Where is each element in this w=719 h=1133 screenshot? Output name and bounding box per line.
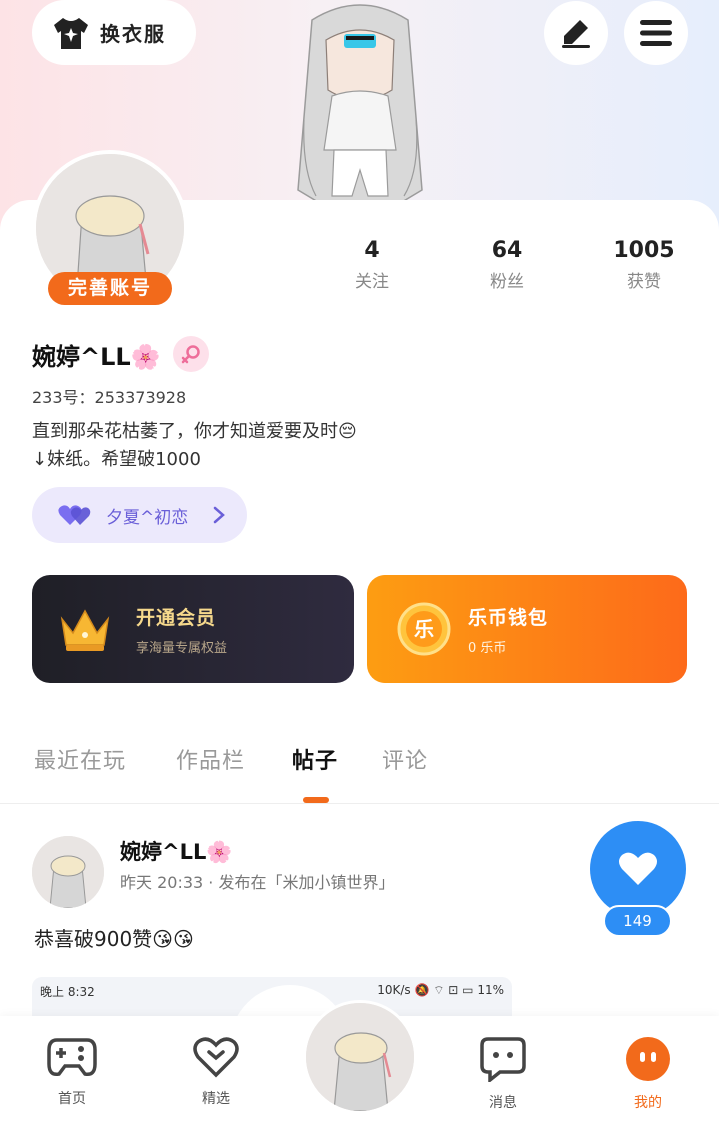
- tab-recently-played[interactable]: 最近在玩: [34, 743, 126, 775]
- bio-line-1: 直到那朵花枯萎了，你才知道爱要及时😔: [32, 421, 357, 442]
- shirt-icon: [54, 17, 88, 49]
- female-icon: [181, 345, 200, 364]
- crown-icon: [60, 609, 110, 651]
- stat-following-label: 关注: [355, 272, 389, 292]
- nav-home[interactable]: 首页: [27, 1036, 117, 1108]
- user-id: 233号：253373928: [32, 388, 187, 407]
- vip-title: 开通会员: [136, 607, 217, 629]
- gender-badge: [172, 336, 209, 372]
- stat-followers-label: 粉丝: [490, 272, 524, 292]
- nav-featured[interactable]: 精选: [171, 1036, 261, 1108]
- avatar-character-image[interactable]: [282, 0, 438, 202]
- post-meta: 昨天 20:33 · 发布在「米加小镇世界」: [120, 873, 395, 892]
- vip-membership-card[interactable]: 开通会员 享海量专属权益: [32, 575, 354, 683]
- content-tabs: 最近在玩 作品栏 帖子 评论: [0, 735, 719, 804]
- wallet-card[interactable]: 乐 乐币钱包 0 乐币: [367, 575, 687, 683]
- heart-outline-icon: [193, 1037, 239, 1078]
- post-image-time: 晚上 8:32: [40, 985, 95, 999]
- change-outfit-button[interactable]: 换衣服: [32, 0, 196, 65]
- stat-followers[interactable]: 64 粉丝: [452, 238, 562, 292]
- chevron-right-icon: [213, 506, 225, 524]
- me-face-icon: [626, 1037, 670, 1081]
- active-tab-indicator: [303, 797, 329, 803]
- cp-partner-name: 夕夏^初恋: [106, 507, 189, 528]
- nav-featured-label: 精选: [202, 1091, 230, 1107]
- menu-button[interactable]: [624, 1, 688, 65]
- post-text: 恭喜破900赞😘😘: [34, 927, 194, 951]
- nav-me-label: 我的: [634, 1095, 662, 1111]
- post-avatar-illustration: [32, 836, 104, 908]
- post-author-avatar[interactable]: [32, 836, 104, 908]
- wallet-title: 乐币钱包: [468, 607, 549, 629]
- post-image-status: 10K/s 🔕 ⌔ ⊡ ▭ 11%: [377, 983, 504, 997]
- like-count: 149: [603, 905, 672, 937]
- edit-button[interactable]: [544, 1, 608, 65]
- nav-me[interactable]: 我的: [603, 1036, 693, 1112]
- nav-center-avatar-button[interactable]: [303, 1000, 417, 1114]
- double-heart-icon: [58, 505, 91, 525]
- stat-following-value: 4: [364, 238, 380, 263]
- heart-icon: [619, 852, 657, 885]
- nav-messages[interactable]: 消息: [458, 1036, 548, 1112]
- cp-partner-chip[interactable]: 夕夏^初恋: [32, 487, 247, 543]
- username-row: 婉婷^LL🌸: [32, 336, 209, 372]
- like-button[interactable]: [590, 821, 686, 917]
- stat-followers-value: 64: [491, 238, 523, 263]
- stat-likes[interactable]: 1005 获赞: [589, 238, 699, 292]
- stat-following[interactable]: 4 关注: [317, 238, 427, 292]
- post-author-name[interactable]: 婉婷^LL🌸: [120, 836, 233, 866]
- nav-messages-label: 消息: [489, 1095, 517, 1111]
- change-outfit-label: 换衣服: [100, 22, 166, 46]
- nav-avatar-illustration: [306, 1003, 414, 1111]
- username: 婉婷^LL🌸: [32, 342, 161, 371]
- tab-comments[interactable]: 评论: [382, 743, 428, 775]
- bio: 直到那朵花枯萎了，你才知道爱要及时😔 ↓妹纸。希望破1000: [32, 418, 492, 474]
- chat-bubble-icon: [480, 1037, 526, 1084]
- bio-line-2: ↓妹纸。希望破1000: [32, 449, 201, 470]
- nav-home-label: 首页: [58, 1091, 86, 1107]
- stat-likes-value: 1005: [613, 238, 675, 263]
- stat-likes-label: 获赞: [627, 272, 661, 292]
- vip-subtitle: 享海量专属权益: [136, 641, 228, 656]
- wallet-balance: 0 乐币: [468, 641, 507, 656]
- pen-icon: [562, 20, 590, 48]
- gamepad-icon: [47, 1038, 97, 1077]
- hamburger-menu-icon: [640, 20, 672, 46]
- tab-posts[interactable]: 帖子: [292, 743, 338, 775]
- tab-works[interactable]: 作品栏: [176, 743, 245, 775]
- coin-icon-label: 乐: [414, 617, 434, 641]
- complete-account-button[interactable]: 完善账号: [48, 272, 172, 305]
